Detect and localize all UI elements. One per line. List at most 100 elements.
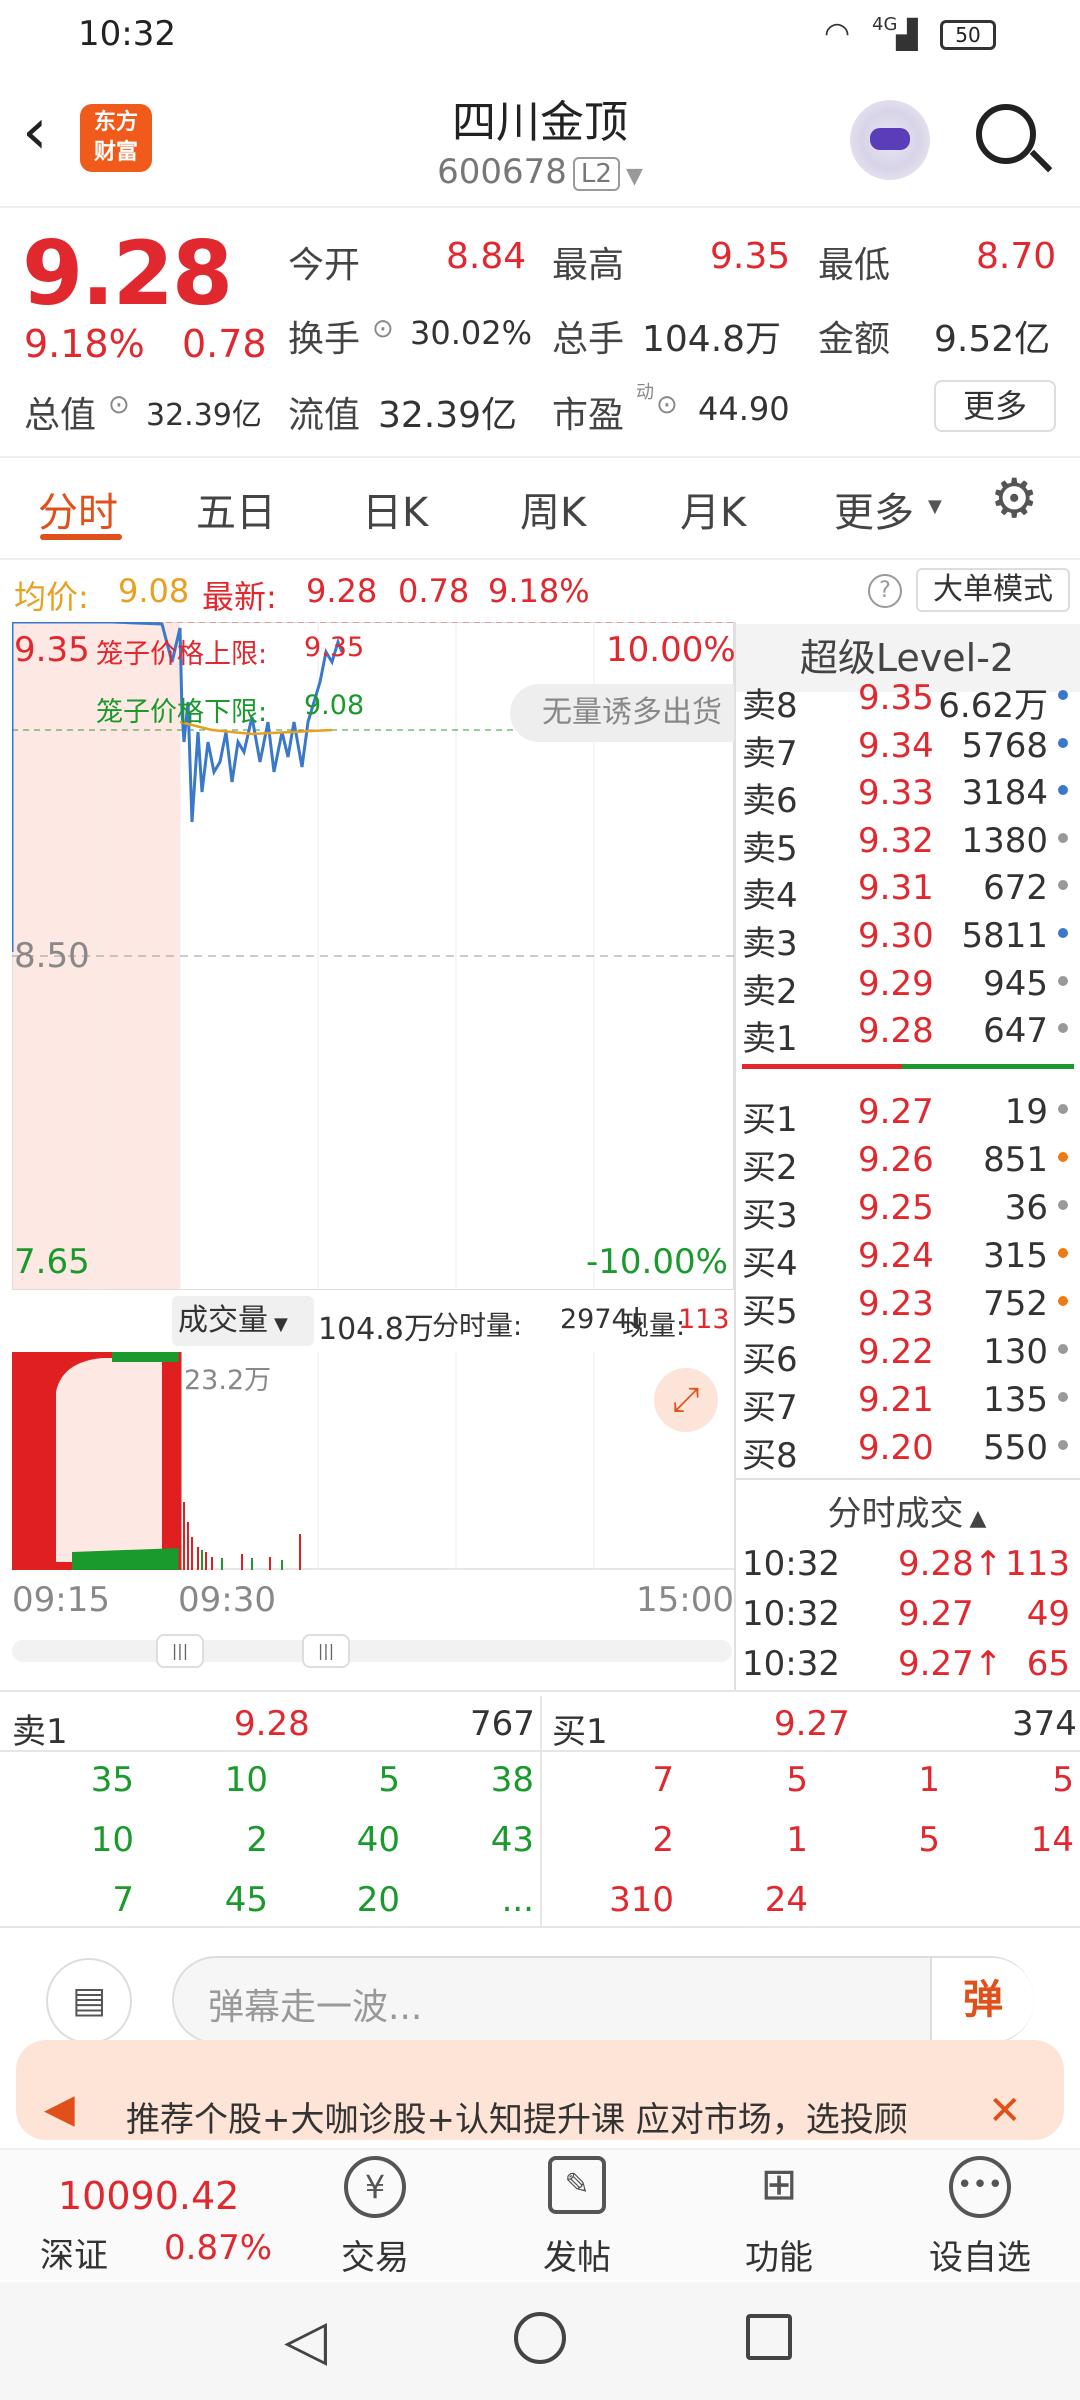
danmaku-settings-icon[interactable]: ▤: [46, 1958, 132, 2044]
avg-label: 均价:: [14, 578, 89, 616]
yen-icon: ¥: [344, 2156, 406, 2218]
volume-chart-svg: [12, 1352, 734, 1570]
ask-dot-icon: [1058, 1023, 1068, 1034]
price-info-bar: 均价: 9.08 最新: 9.28 0.78 9.18% ? 大单模式: [0, 566, 1080, 616]
bid-volume: 315: [983, 1236, 1048, 1276]
ask-level-label: 卖1: [742, 1019, 798, 1060]
nav-trade[interactable]: ¥ 交易: [310, 2156, 440, 2279]
tab-monthly-k[interactable]: 月K: [680, 480, 746, 538]
info-circle-icon[interactable]: ⊙: [372, 314, 394, 344]
time-range-slider[interactable]: ||| |||: [12, 1634, 732, 1668]
info-circle-icon[interactable]: ⊙: [108, 390, 130, 420]
info-circle-icon[interactable]: ⊙: [656, 390, 678, 420]
bid-dot-icon: [1058, 1296, 1068, 1306]
tab-intraday[interactable]: 分时: [38, 480, 118, 538]
expand-icon[interactable]: ⤢: [654, 1368, 718, 1432]
system-back-icon[interactable]: ◁: [284, 2308, 327, 2373]
help-icon[interactable]: ?: [868, 574, 902, 608]
volume-label: 总手: [552, 319, 625, 360]
bid-price: 9.26: [858, 1140, 934, 1180]
tab-more[interactable]: 更多: [834, 480, 914, 538]
ask-price: 9.31: [858, 868, 934, 909]
high-label: 最高: [552, 245, 625, 286]
ask-row[interactable]: 卖5 9.32 1380: [742, 815, 1072, 869]
bid-price: 9.24: [858, 1236, 934, 1276]
bid-dot-icon: [1058, 1248, 1068, 1258]
intraday-chart[interactable]: 9.35 8.50 7.65 10.00% -10.00% 笼子价格上限: 9.…: [10, 620, 736, 1290]
bid-row[interactable]: 买4 9.24 315: [742, 1230, 1072, 1284]
index-value[interactable]: 10090.42: [58, 2174, 239, 2218]
pe-label: 市盈: [552, 395, 625, 436]
tab-five-day[interactable]: 五日: [196, 480, 276, 538]
gear-icon[interactable]: ⚙: [990, 472, 1038, 526]
tab-weekly-k[interactable]: 周K: [520, 480, 586, 538]
bid-price: 9.23: [858, 1284, 934, 1324]
battery-icon: 50: [940, 20, 996, 50]
ask-row[interactable]: 卖2 9.29 945: [742, 958, 1072, 1012]
trade-time: 10:32: [742, 1544, 840, 1584]
tab-daily-k[interactable]: 日K: [362, 480, 428, 538]
minute-vol-label: 分时量:: [432, 1311, 523, 1342]
ask-volume: 647: [983, 1011, 1048, 1052]
ask-volume: 1380: [961, 820, 1048, 861]
volume-chart[interactable]: 23.2万 ⤢: [12, 1352, 734, 1570]
grid-icon: ⊞: [760, 2159, 798, 2210]
bid-row[interactable]: 买1 9.27 19: [742, 1086, 1072, 1140]
bid-price: 9.20: [858, 1428, 934, 1468]
nav-add-watchlist[interactable]: ••• 设自选: [910, 2156, 1050, 2279]
ask-price: 9.35: [858, 678, 934, 718]
system-recents-icon[interactable]: [746, 2314, 792, 2360]
ask-price: 9.34: [858, 725, 934, 766]
queue-sell-cell: ...: [501, 1880, 534, 1920]
mktcap-label: 总值: [24, 395, 97, 436]
trades-title[interactable]: 分时成交 ▲: [734, 1486, 1080, 1535]
bid-row[interactable]: 买2 9.26 851: [742, 1134, 1072, 1188]
queue-buy-cell: 5: [918, 1820, 940, 1860]
bid-row[interactable]: 买3 9.25 36: [742, 1182, 1072, 1236]
ask-row[interactable]: 卖6 9.33 3184: [742, 767, 1072, 821]
queue-buy-cell: 24: [764, 1880, 808, 1920]
ask-row[interactable]: 卖8 9.35 6.62万: [742, 672, 1072, 726]
nav-post[interactable]: ✎ 发帖: [512, 2156, 642, 2279]
promo-banner[interactable]: ◀ 推荐个股+大咖诊股+认知提升课 应对市场，选投顾 ✕: [16, 2040, 1064, 2140]
queue-buy-cell: 5: [1052, 1760, 1074, 1800]
y-axis-mid: 8.50: [14, 936, 90, 976]
latest-value: 9.28: [306, 572, 378, 610]
ask-dot-icon: [1058, 880, 1068, 891]
index-pct[interactable]: 0.87%: [164, 2228, 272, 2268]
slider-handle-right[interactable]: |||: [302, 1634, 350, 1668]
slider-handle-left[interactable]: |||: [156, 1634, 204, 1668]
more-button[interactable]: 更多: [934, 380, 1056, 432]
amount-value: 9.52亿: [934, 319, 1051, 360]
dropdown-icon[interactable]: ▼: [626, 164, 643, 189]
ask-row[interactable]: 卖3 9.30 5811: [742, 910, 1072, 964]
volume-selector[interactable]: 成交量 ▼: [172, 1296, 314, 1346]
bid-row[interactable]: 买7 9.21 135: [742, 1374, 1072, 1428]
bid-row[interactable]: 买5 9.23 752: [742, 1278, 1072, 1332]
robot-avatar-icon[interactable]: [850, 100, 930, 180]
tab-active-indicator: [40, 534, 122, 540]
bid-row[interactable]: 买8 9.20 550: [742, 1422, 1072, 1476]
low-label: 最低: [818, 245, 891, 286]
ask-row[interactable]: 卖4 9.31 672: [742, 862, 1072, 916]
close-icon[interactable]: ✕: [988, 2088, 1022, 2134]
ask-dot-icon: [1058, 690, 1068, 700]
big-order-mode-button[interactable]: 大单模式: [916, 568, 1070, 612]
trade-time: 10:32: [742, 1644, 840, 1684]
ask-row[interactable]: 卖1 9.28 647: [742, 1005, 1072, 1059]
bid-row[interactable]: 买6 9.22 130: [742, 1326, 1072, 1380]
bid-price: 9.27: [858, 1092, 934, 1132]
search-icon[interactable]: [976, 104, 1036, 164]
bid-price: 9.22: [858, 1332, 934, 1372]
system-home-icon[interactable]: [514, 2312, 566, 2364]
ask-row[interactable]: 卖7 9.34 5768: [742, 720, 1072, 774]
queue-bottom-divider: [0, 1926, 1080, 1928]
pct-axis-bottom: -10.00%: [586, 1242, 728, 1282]
index-name[interactable]: 深证: [40, 2228, 108, 2277]
nav-features[interactable]: ⊞ 功能: [714, 2156, 844, 2279]
amount-label: 金额: [818, 319, 891, 360]
bid-volume: 135: [983, 1380, 1048, 1420]
danmaku-send-button[interactable]: 弹: [930, 1958, 1034, 2042]
bid-volume: 130: [983, 1332, 1048, 1372]
danmaku-input[interactable]: 弹幕走一波... 弹: [172, 1956, 1034, 2044]
